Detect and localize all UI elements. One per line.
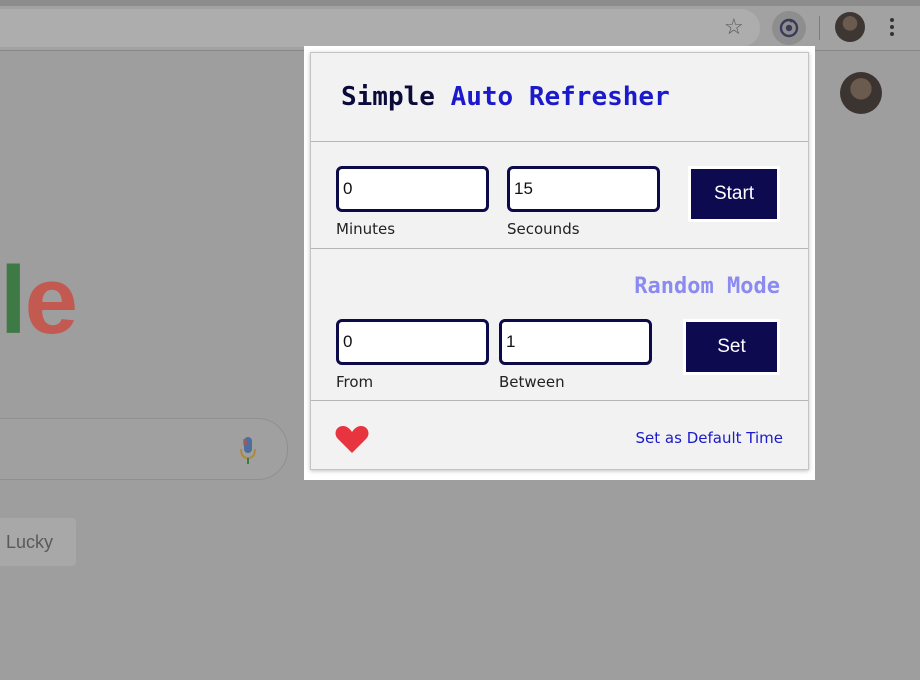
start-button[interactable]: Start (688, 166, 780, 222)
divider-middle (311, 248, 808, 249)
kebab-menu-icon[interactable] (884, 16, 900, 40)
seconds-input[interactable] (507, 166, 660, 212)
divider-bottom (311, 400, 808, 401)
heart-icon[interactable] (335, 424, 369, 454)
feeling-lucky-button[interactable]: Lucky (0, 518, 76, 566)
auto-refresher-popup: Simple Auto Refresher Minutes Secounds S… (310, 52, 809, 470)
microphone-icon[interactable] (238, 436, 258, 466)
page-account-avatar[interactable] (840, 72, 882, 114)
extension-button[interactable] (772, 11, 806, 45)
seconds-label: Secounds (507, 220, 580, 238)
minutes-label: Minutes (336, 220, 396, 238)
title-word-simple: Simple (341, 82, 435, 112)
title-word-auto-refresher: Auto Refresher (450, 82, 670, 112)
from-label: From (336, 373, 374, 391)
toolbar-separator (819, 16, 820, 40)
bookmark-star-icon[interactable]: ☆ (724, 16, 744, 38)
divider-top (311, 141, 808, 142)
address-bar[interactable] (0, 9, 760, 47)
search-logo: le (0, 247, 78, 354)
popup-title: Simple Auto Refresher (341, 81, 670, 113)
minutes-input[interactable] (336, 166, 489, 212)
auto-refresh-extension-icon (779, 18, 799, 38)
profile-avatar[interactable] (835, 12, 865, 42)
between-input[interactable] (499, 319, 652, 365)
set-default-time-link[interactable]: Set as Default Time (636, 429, 783, 447)
random-mode-title: Random Mode (634, 274, 780, 299)
browser-toolbar: ☆ (0, 6, 920, 51)
between-label: Between (499, 373, 565, 391)
set-button[interactable]: Set (683, 319, 780, 375)
from-input[interactable] (336, 319, 489, 365)
